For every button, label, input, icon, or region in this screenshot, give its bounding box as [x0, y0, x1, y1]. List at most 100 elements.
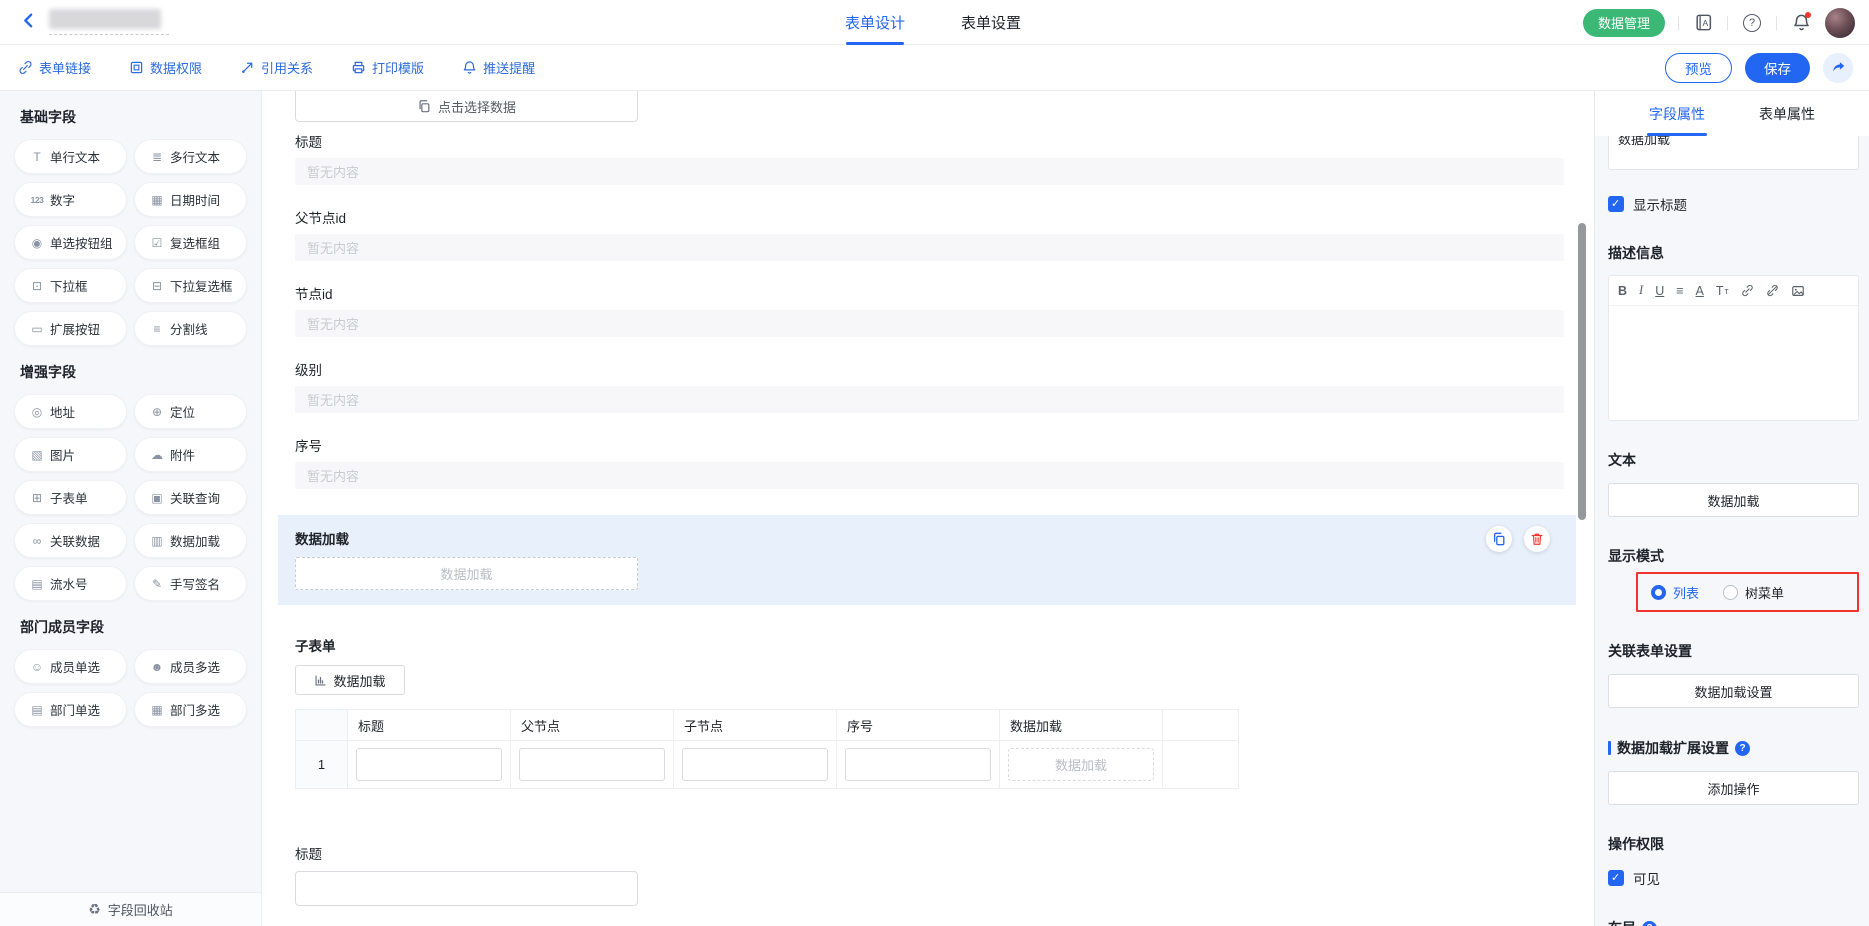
form-link-action[interactable]: 表单链接: [18, 58, 91, 77]
field-item-address[interactable]: ◎地址: [14, 394, 127, 429]
data-load-extension-header: 数据加载扩展设置 ?: [1608, 738, 1859, 758]
font-color-icon[interactable]: A: [1696, 284, 1704, 298]
font-size-icon[interactable]: T: [1716, 284, 1729, 298]
share-button[interactable]: [1823, 53, 1853, 83]
bold-icon[interactable]: B: [1618, 284, 1627, 298]
top-bar: 表单设计 表单设置 数据管理 A ?: [0, 0, 1869, 45]
field-item-multi-text[interactable]: ≣多行文本: [134, 139, 247, 174]
canvas-scrollbar-thumb[interactable]: [1578, 223, 1586, 520]
push-reminder-action[interactable]: 推送提醒: [462, 58, 535, 77]
field-preview-node-id[interactable]: 暂无内容: [295, 310, 1564, 337]
text-value-box[interactable]: 数据加载: [1608, 483, 1859, 517]
show-title-checkbox[interactable]: [1608, 196, 1624, 212]
field-preview-level[interactable]: 暂无内容: [295, 386, 1564, 413]
help-icon[interactable]: ?: [1741, 12, 1763, 34]
selected-data-load-field[interactable]: 数据加载 数据加载: [278, 515, 1576, 605]
select-data-button[interactable]: 点击选择数据: [295, 91, 638, 122]
recycle-icon: ♻: [88, 901, 101, 918]
save-button[interactable]: 保存: [1745, 53, 1810, 83]
field-preview-parent-node-id[interactable]: 暂无内容: [295, 234, 1564, 261]
address-pin-icon: ◎: [28, 405, 46, 419]
subform-row-index: 1: [296, 741, 348, 789]
delete-field-button[interactable]: [1524, 526, 1550, 552]
signature-pen-icon: ✎: [148, 577, 166, 591]
form-title-redacted: [49, 9, 161, 29]
field-label-node-id: 节点id: [295, 283, 1564, 303]
field-item-image[interactable]: ▧图片: [14, 437, 127, 472]
underline-icon[interactable]: U: [1655, 284, 1664, 298]
field-item-serial-number[interactable]: ▤流水号: [14, 566, 127, 601]
tab-form-settings[interactable]: 表单设置: [961, 0, 1021, 45]
field-item-related-query[interactable]: ▣关联查询: [134, 480, 247, 515]
bottom-input-title[interactable]: [295, 871, 638, 906]
subform-input-parent[interactable]: [519, 748, 665, 781]
tab-form-design[interactable]: 表单设计: [845, 0, 905, 45]
italic-icon[interactable]: I: [1639, 283, 1643, 298]
field-item-select[interactable]: ⊡下拉框: [14, 268, 127, 303]
remove-link-icon[interactable]: [1766, 284, 1779, 297]
extension-help-icon[interactable]: ?: [1735, 741, 1750, 756]
field-item-number[interactable]: 123数字: [14, 182, 127, 217]
show-title-row: 显示标题: [1608, 194, 1859, 214]
field-item-subform[interactable]: ⊞子表单: [14, 480, 127, 515]
subform-input-title[interactable]: [356, 748, 502, 781]
main-tabs: 表单设计 表单设置: [845, 0, 1021, 45]
topbar-left: [0, 9, 169, 35]
field-recycle-bin[interactable]: ♻ 字段回收站: [0, 892, 261, 926]
subform-data-load-cell-button[interactable]: 数据加载: [1008, 748, 1154, 781]
display-mode-tree-option[interactable]: 树菜单: [1723, 583, 1784, 602]
field-item-multi-select[interactable]: ⊟下拉复选框: [134, 268, 247, 303]
toolbar-links: 表单链接 数据权限 引用关系 打印模版 推送提醒: [18, 58, 535, 77]
link-icon: [18, 60, 33, 75]
form-designer-app: 表单设计 表单设置 数据管理 A ? 表单链接: [0, 0, 1869, 926]
notification-bell-icon[interactable]: [1790, 12, 1812, 34]
add-operation-button[interactable]: 添加操作: [1608, 771, 1859, 805]
field-item-locate[interactable]: ⊕定位: [134, 394, 247, 429]
field-item-signature[interactable]: ✎手写签名: [134, 566, 247, 601]
insert-image-icon[interactable]: [1791, 284, 1805, 298]
single-text-icon: T: [28, 150, 46, 164]
field-item-member-multi[interactable]: ☻成员多选: [134, 649, 247, 684]
preview-button[interactable]: 预览: [1665, 53, 1732, 83]
back-button[interactable]: [20, 12, 37, 29]
data-load-settings-button[interactable]: 数据加载设置: [1608, 674, 1859, 708]
field-item-divider[interactable]: ≡分割线: [134, 311, 247, 346]
print-template-action[interactable]: 打印模版: [351, 58, 424, 77]
reference-relation-action[interactable]: 引用关系: [240, 58, 313, 77]
field-item-checkbox-group[interactable]: ☑复选框组: [134, 225, 247, 260]
tab-form-properties[interactable]: 表单属性: [1755, 91, 1819, 136]
subform-col-title: 标题: [348, 710, 511, 741]
field-preview-title[interactable]: 暂无内容: [295, 158, 1564, 185]
field-item-dept-single[interactable]: ▤部门单选: [14, 692, 127, 727]
data-permission-action[interactable]: 数据权限: [129, 58, 202, 77]
display-mode-list-option[interactable]: 列表: [1651, 583, 1699, 602]
subform-data-load-button[interactable]: 数据加载: [295, 665, 405, 695]
field-item-radio-group[interactable]: ◉单选按钮组: [14, 225, 127, 260]
description-editor[interactable]: B I U ≡ A T: [1608, 275, 1859, 421]
subform-input-seq[interactable]: [845, 748, 991, 781]
field-item-member-single[interactable]: ☺成员单选: [14, 649, 127, 684]
field-item-related-data[interactable]: ∞关联数据: [14, 523, 127, 558]
multi-text-icon: ≣: [148, 150, 166, 164]
form-title-wrap[interactable]: [49, 9, 169, 35]
field-item-single-text[interactable]: T单行文本: [14, 139, 127, 174]
field-item-dept-multi[interactable]: ▦部门多选: [134, 692, 247, 727]
docs-book-icon[interactable]: A: [1692, 12, 1714, 34]
field-title-input[interactable]: 数据加载: [1608, 136, 1859, 170]
data-manage-button[interactable]: 数据管理: [1583, 9, 1665, 37]
visible-checkbox[interactable]: [1608, 870, 1624, 886]
copy-field-button[interactable]: [1486, 526, 1512, 552]
field-item-datetime[interactable]: ▦日期时间: [134, 182, 247, 217]
align-icon[interactable]: ≡: [1676, 284, 1683, 298]
field-item-data-load[interactable]: ▥数据加载: [134, 523, 247, 558]
data-load-trigger-button[interactable]: 数据加载: [295, 557, 638, 590]
layout-help-icon[interactable]: ?: [1642, 921, 1657, 926]
field-item-attachment[interactable]: ☁附件: [134, 437, 247, 472]
user-avatar[interactable]: [1825, 8, 1855, 38]
subform-input-child[interactable]: [682, 748, 828, 781]
calendar-icon: ▦: [148, 193, 166, 207]
insert-link-icon[interactable]: [1741, 284, 1754, 297]
field-preview-seq[interactable]: 暂无内容: [295, 462, 1564, 489]
field-item-expand-button[interactable]: ▭扩展按钮: [14, 311, 127, 346]
tab-field-properties[interactable]: 字段属性: [1645, 91, 1709, 136]
